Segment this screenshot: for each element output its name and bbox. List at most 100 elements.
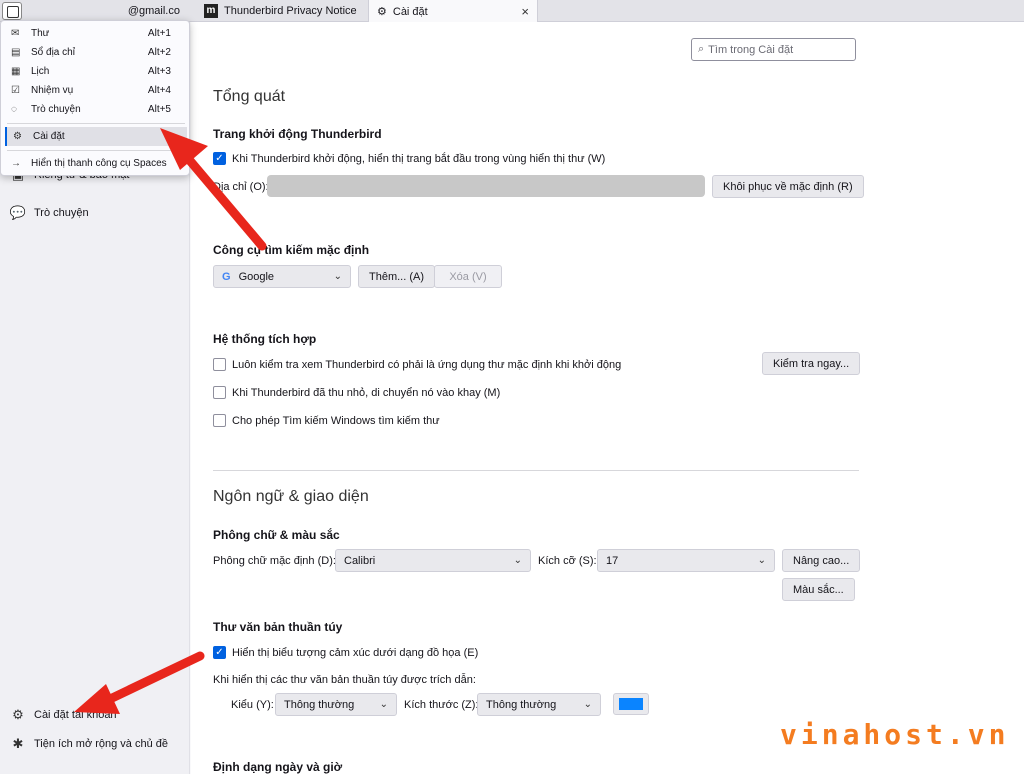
chevron-down-icon: ⌄ bbox=[379, 699, 388, 710]
tab-mail-label: @gmail.co bbox=[127, 5, 180, 17]
menu-item-tasks[interactable]: ☑ Nhiệm vụ Alt+4 bbox=[5, 81, 187, 100]
font-size-select[interactable]: 17 ⌄ bbox=[597, 549, 775, 572]
default-font-select[interactable]: Calibri ⌄ bbox=[335, 549, 531, 572]
advanced-fonts-button[interactable]: Nâng cao... bbox=[782, 549, 861, 572]
menu-item-label: Sổ địa chỉ bbox=[31, 47, 75, 58]
minimize-tray-label: Khi Thunderbird đã thu nhỏ, di chuyển nó… bbox=[232, 386, 501, 399]
sidebar-item-account-label: Cài đặt tài khoản bbox=[34, 709, 117, 721]
tab-strip: @gmail.co m Thunderbird Privacy Notice ⚙… bbox=[0, 0, 1024, 23]
integration-heading: Hệ thống tích hợp bbox=[213, 332, 317, 346]
startup-checkbox-label: Khi Thunderbird khởi động, hiển thị tran… bbox=[232, 152, 606, 165]
spaces-popup-menu: ✉ Thư Alt+1 ▤ Sổ địa chỉ Alt+2 ▦ Lịch Al… bbox=[0, 20, 190, 176]
sidebar-item-chat-label: Trò chuyện bbox=[34, 207, 89, 219]
menu-item-label: Nhiệm vụ bbox=[31, 85, 74, 96]
font-size-label: Kích cỡ (S): bbox=[538, 555, 597, 567]
puzzle-icon: ✱ bbox=[12, 736, 24, 751]
chevron-down-icon: ⌄ bbox=[513, 555, 522, 566]
close-icon[interactable]: × bbox=[521, 4, 529, 19]
tab-privacy-notice[interactable]: m Thunderbird Privacy Notice bbox=[196, 0, 368, 22]
settings-main: ⌕ Tìm trong Cài đặt Tổng quát Trang khởi… bbox=[191, 22, 1024, 774]
menu-item-settings[interactable]: ⚙ Cài đặt bbox=[5, 127, 187, 146]
search-engine-select[interactable]: G Google ⌄ bbox=[213, 265, 351, 288]
chat-icon: ◌ bbox=[11, 104, 17, 115]
menu-item-mail[interactable]: ✉ Thư Alt+1 bbox=[5, 24, 187, 43]
menu-item-label: Cài đặt bbox=[33, 131, 65, 142]
gear-icon: ⚙ bbox=[13, 131, 22, 142]
restore-default-button[interactable]: Khôi phục về mặc định (R) bbox=[712, 175, 864, 198]
menu-item-shortcut: Alt+4 bbox=[147, 85, 171, 96]
menu-item-chat[interactable]: ◌ Trò chuyện Alt+5 bbox=[5, 100, 187, 119]
chevron-down-icon: ⌄ bbox=[333, 271, 342, 282]
menu-item-shortcut: Alt+1 bbox=[147, 28, 171, 39]
windows-search-option[interactable]: Cho phép Tìm kiếm Windows tìm kiếm thư bbox=[213, 414, 440, 427]
chat-icon: 💬 bbox=[9, 205, 27, 220]
sidebar-item-account-settings[interactable]: ⚙ Cài đặt tài khoản bbox=[10, 707, 117, 722]
startup-heading: Trang khởi động Thunderbird bbox=[213, 127, 382, 141]
search-icon: ⌕ bbox=[698, 43, 705, 55]
menu-item-label: Trò chuyện bbox=[31, 104, 81, 115]
fonts-heading: Phông chữ & màu sắc bbox=[213, 528, 340, 542]
tab-settings-label: Cài đặt bbox=[392, 5, 428, 18]
menu-separator bbox=[7, 150, 185, 151]
menu-item-label: Lịch bbox=[31, 66, 50, 77]
tab-mail[interactable]: @gmail.co bbox=[26, 0, 192, 22]
start-page-address-field[interactable] bbox=[267, 175, 705, 197]
quoted-style-label: Kiểu (Y): bbox=[231, 699, 274, 711]
quoted-color-picker[interactable] bbox=[613, 693, 649, 715]
colors-button[interactable]: Màu sắc... bbox=[782, 578, 855, 601]
startup-checkbox[interactable]: ✓ bbox=[213, 152, 226, 165]
menu-item-shortcut: Alt+3 bbox=[147, 66, 171, 77]
check-default-option[interactable]: Luôn kiểm tra xem Thunderbird có phải là… bbox=[213, 358, 621, 371]
search-input[interactable]: ⌕ Tìm trong Cài đặt bbox=[691, 38, 856, 61]
section-title-general: Tổng quát bbox=[213, 88, 286, 105]
chevron-down-icon: ⌄ bbox=[583, 699, 592, 710]
menu-item-show-spaces-toolbar[interactable]: → Hiển thị thanh công cụ Spaces bbox=[5, 154, 187, 173]
quoted-size-select[interactable]: Thông thường ⌄ bbox=[477, 693, 601, 716]
check-default-label: Luôn kiểm tra xem Thunderbird có phải là… bbox=[232, 358, 622, 371]
check-default-checkbox[interactable] bbox=[213, 358, 226, 371]
default-font-value: Calibri bbox=[344, 554, 376, 567]
tab-settings[interactable]: ⚙ Cài đặt × bbox=[368, 0, 538, 23]
menu-separator bbox=[7, 123, 185, 124]
windows-search-label: Cho phép Tìm kiếm Windows tìm kiếm thư bbox=[232, 414, 440, 427]
menu-item-calendar[interactable]: ▦ Lịch Alt+3 bbox=[5, 62, 187, 81]
emoticons-label: Hiển thị biểu tượng cảm xúc dưới dạng đồ… bbox=[232, 646, 479, 659]
quoted-style-select[interactable]: Thông thường ⌄ bbox=[275, 693, 397, 716]
remove-search-engine-button[interactable]: Xóa (V) bbox=[434, 265, 502, 288]
spaces-menu-button[interactable] bbox=[2, 2, 22, 20]
default-font-label: Phông chữ mặc định (D): bbox=[213, 555, 336, 567]
plaintext-heading: Thư văn bản thuần túy bbox=[213, 620, 343, 634]
address-label: Địa chỉ (O): bbox=[213, 181, 269, 193]
mail-icon: ✉ bbox=[11, 28, 20, 39]
sidebar-item-addons-label: Tiện ích mở rộng và chủ đề bbox=[34, 738, 168, 750]
datetime-heading: Định dạng ngày và giờ bbox=[213, 760, 343, 774]
menu-item-address-book[interactable]: ▤ Sổ địa chỉ Alt+2 bbox=[5, 43, 187, 62]
sidebar-item-chat[interactable]: 💬 Trò chuyện bbox=[9, 205, 89, 220]
menu-item-shortcut: Alt+2 bbox=[147, 47, 171, 58]
address-book-icon: ▤ bbox=[11, 47, 21, 58]
minimize-tray-option[interactable]: Khi Thunderbird đã thu nhỏ, di chuyển nó… bbox=[213, 386, 500, 399]
section-divider bbox=[213, 470, 859, 471]
chevron-down-icon: ⌄ bbox=[757, 555, 766, 566]
menu-item-shortcut: Alt+5 bbox=[147, 104, 171, 115]
gear-icon: ⚙ bbox=[377, 6, 387, 18]
search-placeholder: Tìm trong Cài đặt bbox=[708, 43, 794, 56]
google-icon: G bbox=[222, 270, 231, 283]
arrow-right-bar-icon: → bbox=[11, 158, 21, 169]
search-engine-heading: Công cụ tìm kiếm mặc định bbox=[213, 243, 370, 257]
section-title-language: Ngôn ngữ & giao diện bbox=[213, 488, 369, 505]
menu-item-label: Thư bbox=[31, 28, 50, 39]
quoted-size-value: Thông thường bbox=[486, 698, 557, 711]
emoticons-checkbox[interactable]: ✓ bbox=[213, 646, 226, 659]
startup-option[interactable]: ✓ Khi Thunderbird khởi động, hiển thị tr… bbox=[213, 152, 605, 165]
sidebar-item-addons[interactable]: ✱ Tiện ích mở rộng và chủ đề bbox=[10, 736, 168, 751]
tasks-icon: ☑ bbox=[11, 85, 20, 96]
menu-item-label: Hiển thị thanh công cụ Spaces bbox=[31, 158, 167, 169]
emoticons-option[interactable]: ✓ Hiển thị biểu tượng cảm xúc dưới dạng … bbox=[213, 646, 478, 659]
check-now-button[interactable]: Kiểm tra ngay... bbox=[762, 352, 861, 375]
calendar-icon: ▦ bbox=[11, 66, 21, 77]
mozilla-m-icon: m bbox=[204, 4, 218, 18]
minimize-tray-checkbox[interactable] bbox=[213, 386, 226, 399]
windows-search-checkbox[interactable] bbox=[213, 414, 226, 427]
add-search-engine-button[interactable]: Thêm... (A) bbox=[358, 265, 436, 288]
